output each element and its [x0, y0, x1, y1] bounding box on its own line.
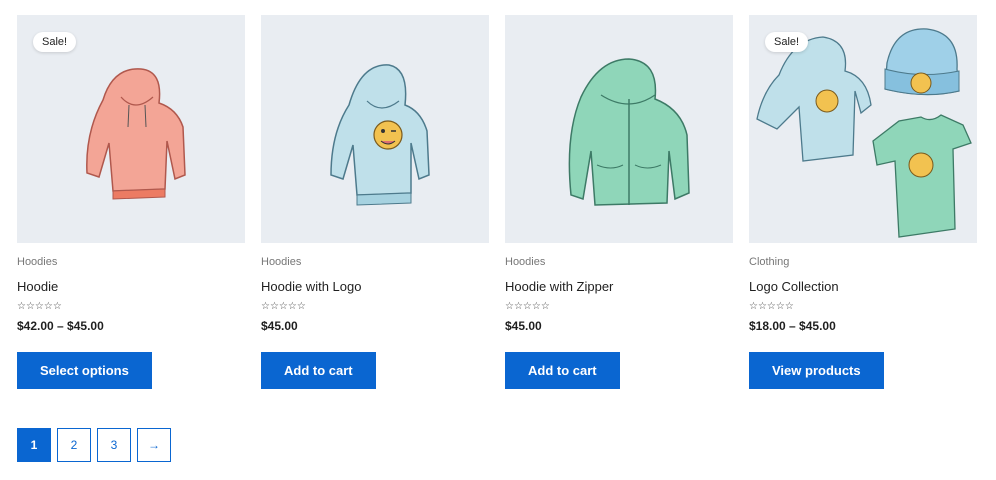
product-card: Hoodies Hoodie with Logo ☆☆☆☆☆ $45.00 Ad…	[261, 15, 489, 389]
rating-stars-label: ☆☆☆☆☆	[505, 301, 550, 312]
select-options-button[interactable]: Select options	[17, 352, 152, 389]
product-card: Hoodies Hoodie with Zipper ☆☆☆☆☆ $45.00 …	[505, 15, 733, 389]
rating-stars: ☆☆☆☆☆	[505, 301, 733, 312]
product-price: $42.00 – $45.00	[17, 319, 104, 333]
product-price: $18.00 – $45.00	[749, 319, 836, 333]
rating-stars-label: ☆☆☆☆☆	[17, 301, 62, 312]
add-to-cart-button[interactable]: Add to cart	[505, 352, 620, 389]
rating-stars: ☆☆☆☆☆	[261, 301, 489, 312]
product-image[interactable]	[261, 15, 489, 243]
product-category[interactable]: Clothing	[749, 256, 977, 270]
product-image[interactable]: Sale!	[749, 15, 977, 243]
product-card: Sale! Hoodies Hoodie ☆☆☆☆☆ $42.00 – $45.…	[17, 15, 245, 389]
next-page-arrow-icon[interactable]: →	[137, 428, 171, 462]
pagination: 1 2 3 →	[17, 428, 171, 462]
product-title[interactable]: Hoodie with Logo	[261, 279, 489, 296]
page-1-button[interactable]: 1	[17, 428, 51, 462]
product-category[interactable]: Hoodies	[505, 256, 733, 270]
sale-badge: Sale!	[33, 32, 77, 52]
product-image[interactable]: Sale!	[17, 15, 245, 243]
product-price: $45.00	[261, 319, 298, 333]
hoodie-zipper-image	[568, 58, 690, 206]
add-to-cart-button[interactable]: Add to cart	[261, 352, 376, 389]
product-grid: Sale! Hoodies Hoodie ☆☆☆☆☆ $42.00 – $45.…	[17, 15, 977, 389]
rating-stars: ☆☆☆☆☆	[17, 301, 245, 312]
product-image[interactable]	[505, 15, 733, 243]
product-title[interactable]: Hoodie	[17, 279, 245, 296]
product-category[interactable]: Hoodies	[261, 256, 489, 270]
rating-stars-label: ☆☆☆☆☆	[749, 301, 794, 312]
rating-stars-label: ☆☆☆☆☆	[261, 301, 306, 312]
page-3-button[interactable]: 3	[97, 428, 131, 462]
sale-badge: Sale!	[765, 32, 809, 52]
product-title[interactable]: Logo Collection	[749, 279, 977, 296]
product-card: Sale! Clothing Logo Collection ☆☆☆☆☆ $18…	[749, 15, 977, 389]
view-products-button[interactable]: View products	[749, 352, 884, 389]
product-price: $45.00	[505, 319, 542, 333]
product-title[interactable]: Hoodie with Zipper	[505, 279, 733, 296]
page-2-button[interactable]: 2	[57, 428, 91, 462]
product-category[interactable]: Hoodies	[17, 256, 245, 270]
rating-stars: ☆☆☆☆☆	[749, 301, 977, 312]
hoodie-logo-image	[330, 64, 430, 206]
